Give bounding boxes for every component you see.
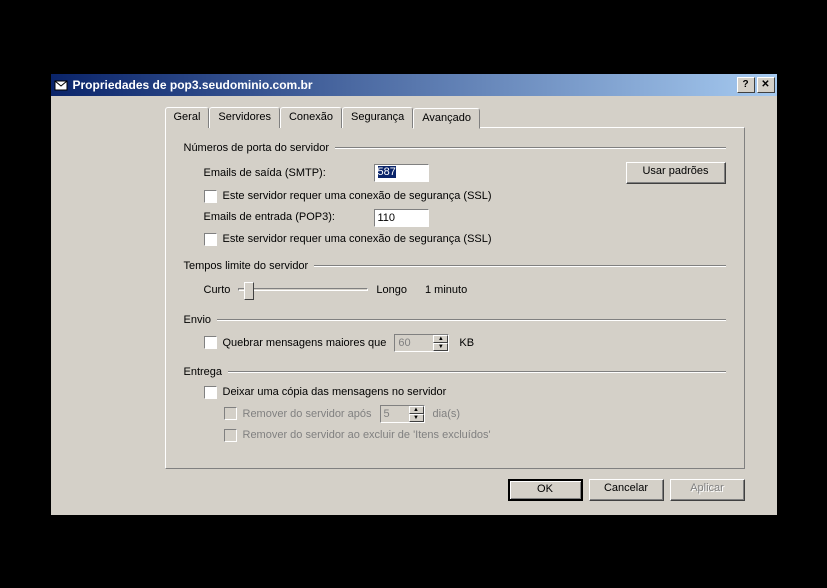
- break-size-spinner: ▲ ▼: [394, 334, 449, 352]
- spinner-down-icon: ▼: [409, 414, 424, 422]
- group-timeout: Tempos limite do servidor Curto Longo 1 …: [184, 260, 726, 300]
- divider: [314, 265, 725, 267]
- days-label: dia(s): [433, 408, 461, 420]
- smtp-ssl-label: Este servidor requer uma conexão de segu…: [223, 190, 492, 202]
- apply-button[interactable]: Aplicar: [670, 479, 745, 501]
- group-delivery: Entrega Deixar uma cópia das mensagens n…: [184, 366, 726, 442]
- remove-after-spinner: ▲ ▼: [380, 405, 425, 423]
- divider: [228, 371, 725, 373]
- pop-ssl-label: Este servidor requer uma conexão de segu…: [223, 233, 492, 245]
- group-title-ports: Números de porta do servidor: [184, 142, 336, 154]
- timeout-long-label: Longo: [376, 284, 407, 296]
- ok-button[interactable]: OK: [508, 479, 583, 501]
- use-defaults-button[interactable]: Usar padrões: [626, 162, 726, 184]
- break-messages-checkbox[interactable]: [204, 336, 217, 349]
- dialog-body: Geral Servidores Conexão Segurança Avanç…: [51, 96, 777, 515]
- dialog-window: Propriedades de pop3.seudominio.com.br ?…: [49, 72, 779, 517]
- close-button[interactable]: ✕: [757, 77, 775, 93]
- spinner-down-icon: ▼: [433, 343, 448, 351]
- group-title-delivery: Entrega: [184, 366, 229, 378]
- group-title-timeout: Tempos limite do servidor: [184, 260, 315, 272]
- group-sending: Envio Quebrar mensagens maiores que ▲ ▼ …: [184, 314, 726, 352]
- smtp-port-input[interactable]: 587: [374, 164, 429, 182]
- group-title-sending: Envio: [184, 314, 218, 326]
- group-port-numbers: Números de porta do servidor Emails de s…: [184, 142, 726, 246]
- slider-thumb[interactable]: [244, 282, 254, 300]
- cancel-button[interactable]: Cancelar: [589, 479, 664, 501]
- leave-copy-checkbox[interactable]: [204, 386, 217, 399]
- kb-label: KB: [459, 337, 474, 349]
- pop-ssl-checkbox[interactable]: [204, 233, 217, 246]
- titlebar: Propriedades de pop3.seudominio.com.br ?…: [51, 74, 777, 96]
- app-icon: [53, 77, 69, 93]
- smtp-label: Emails de saída (SMTP):: [204, 167, 374, 179]
- leave-copy-label: Deixar uma cópia das mensagens no servid…: [223, 386, 447, 398]
- tab-strip: Geral Servidores Conexão Segurança Avanç…: [165, 106, 763, 127]
- tab-seguranca[interactable]: Segurança: [342, 107, 413, 128]
- spinner-up-icon: ▲: [409, 406, 424, 414]
- spinner-up-icon: ▲: [433, 335, 448, 343]
- break-messages-label: Quebrar mensagens maiores que: [223, 337, 387, 349]
- remove-after-checkbox: [224, 407, 237, 420]
- help-button[interactable]: ?: [737, 77, 755, 93]
- tab-geral[interactable]: Geral: [165, 107, 210, 128]
- pop-label: Emails de entrada (POP3):: [204, 211, 374, 224]
- smtp-ssl-checkbox[interactable]: [204, 190, 217, 203]
- pop-port-input[interactable]: [374, 209, 429, 227]
- dialog-buttons: OK Cancelar Aplicar: [165, 479, 745, 501]
- tab-conexao[interactable]: Conexão: [280, 107, 342, 128]
- divider: [217, 319, 725, 321]
- timeout-slider[interactable]: [238, 280, 368, 300]
- remove-deleted-label: Remover do servidor ao excluir de 'Itens…: [243, 429, 491, 441]
- remove-after-label: Remover do servidor após: [243, 408, 372, 420]
- remove-deleted-checkbox: [224, 429, 237, 442]
- timeout-short-label: Curto: [204, 284, 231, 296]
- titlebar-title: Propriedades de pop3.seudominio.com.br: [73, 78, 737, 92]
- tab-panel-avancado: Números de porta do servidor Emails de s…: [165, 127, 745, 469]
- divider: [335, 147, 725, 149]
- tab-avancado[interactable]: Avançado: [413, 108, 480, 129]
- tab-servidores[interactable]: Servidores: [209, 107, 280, 128]
- timeout-value: 1 minuto: [425, 284, 467, 296]
